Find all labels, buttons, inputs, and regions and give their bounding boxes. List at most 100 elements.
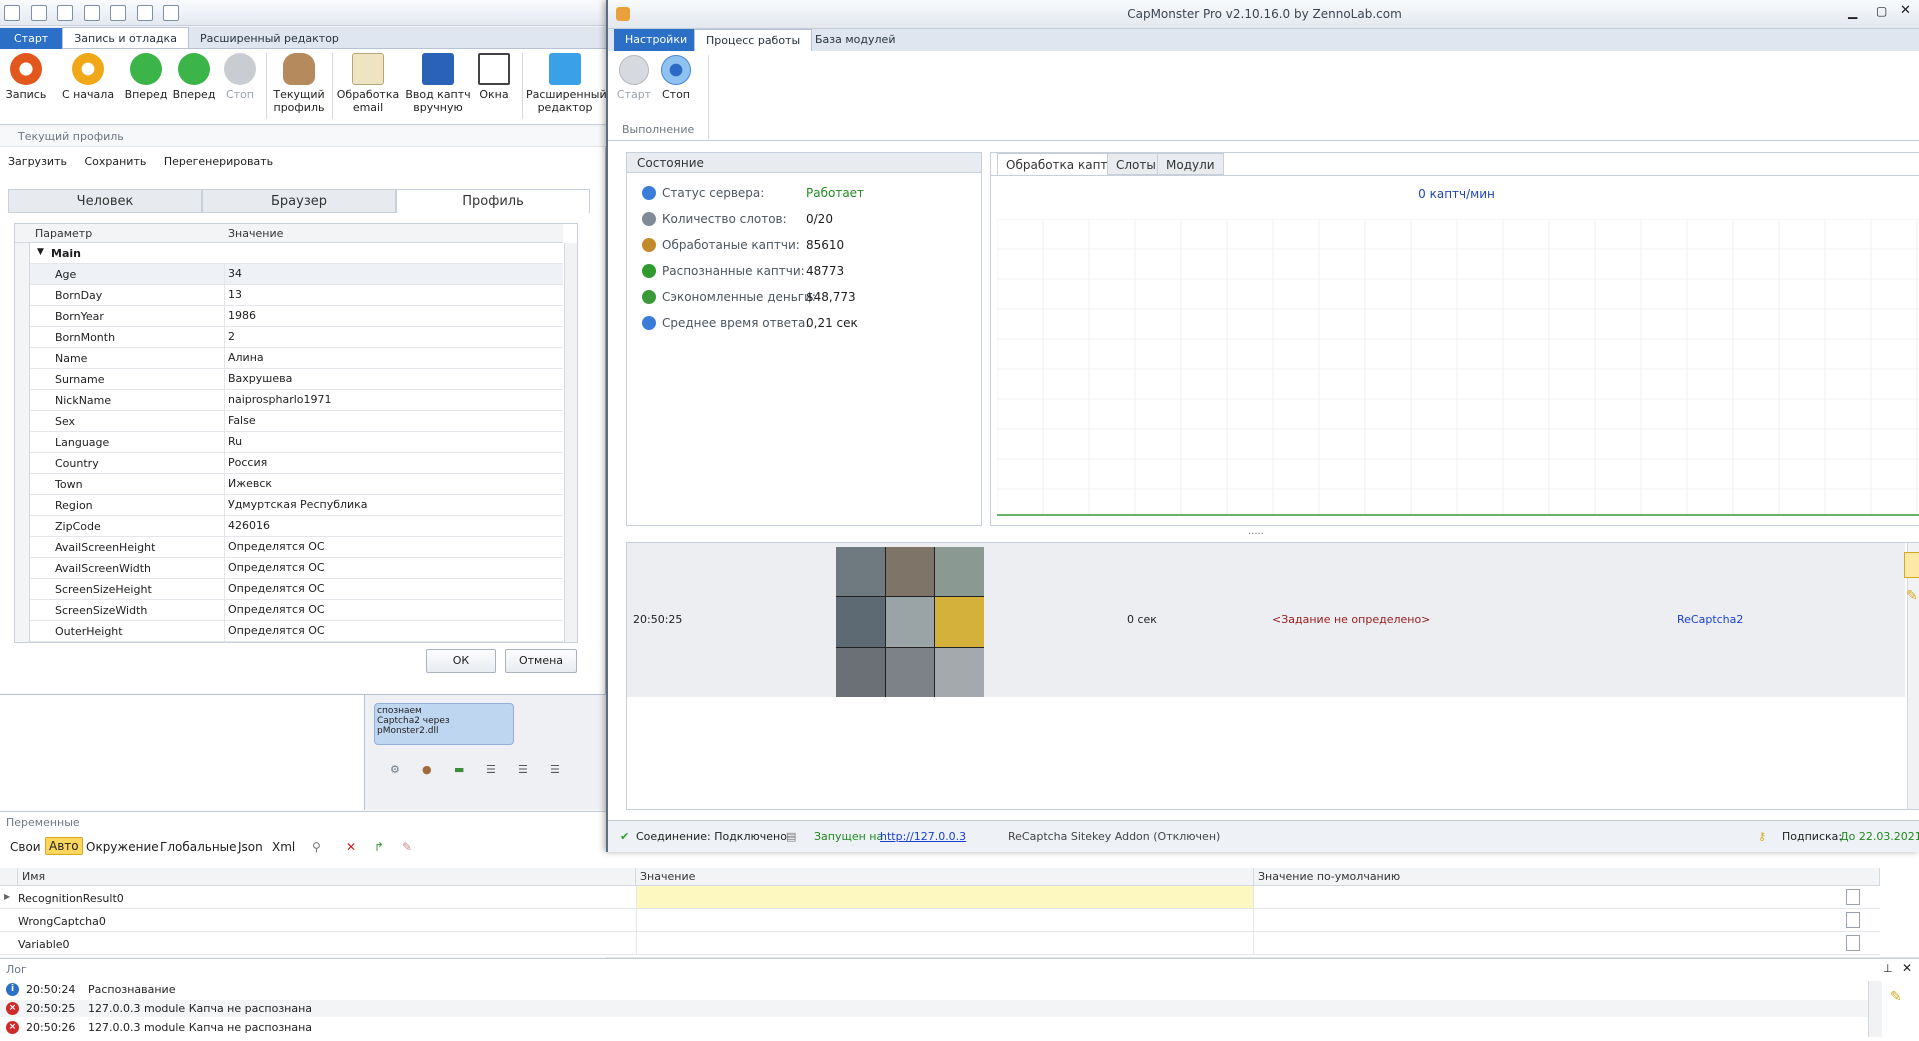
tab-environment[interactable]: Окружение <box>86 840 159 854</box>
save-all-icon[interactable] <box>83 5 100 21</box>
variable-value-cell[interactable] <box>636 909 1254 931</box>
table-row[interactable]: Surname Вахрушева <box>15 369 563 390</box>
side-panel-button[interactable] <box>1904 552 1919 578</box>
param-value[interactable]: Ижевск <box>228 477 272 490</box>
table-row[interactable]: Language Ru <box>15 432 563 453</box>
tab-human[interactable]: Человек <box>8 189 202 213</box>
gear-icon[interactable]: ⚙ <box>390 763 400 776</box>
tab-json[interactable]: Json <box>238 840 263 854</box>
ok-button[interactable]: ОК <box>426 649 496 673</box>
server-url-link[interactable]: http://127.0.0.3 <box>880 830 966 843</box>
tab-start[interactable]: Старт <box>0 28 63 49</box>
param-value[interactable]: 34 <box>228 267 242 280</box>
filter-icon[interactable]: ⚲ <box>312 840 321 854</box>
stop-button[interactable]: Стоп <box>218 53 262 101</box>
param-value[interactable]: Россия <box>228 456 267 469</box>
table-row[interactable]: Age 34 <box>15 264 563 285</box>
table-row[interactable]: Country Россия <box>15 453 563 474</box>
restart-button[interactable]: С начала <box>56 53 120 101</box>
cancel-button[interactable]: Отмена <box>505 649 577 673</box>
minimize-icon[interactable]: ▁ <box>1848 5 1857 19</box>
close-icon[interactable]: ✕ <box>1900 3 1911 18</box>
param-value[interactable]: Ru <box>228 435 242 448</box>
undo-icon[interactable] <box>110 5 126 21</box>
queue-row[interactable]: 20:50:25 0 сек <Задание не определено> R… <box>627 543 1905 697</box>
variable-value-cell[interactable] <box>636 886 1254 908</box>
open-folder-icon[interactable] <box>30 5 47 21</box>
queue-scrollbar[interactable] <box>1907 543 1919 809</box>
table-row[interactable]: ▶ RecognitionResult0 <box>0 886 1880 909</box>
table-row[interactable]: AvailScreenWidth Определятся ОС <box>15 558 563 579</box>
table-row[interactable]: OuterHeight Определятся ОС <box>15 621 563 642</box>
delete-icon[interactable]: ✕ <box>346 840 356 854</box>
table-row[interactable]: WrongCaptcha0 <box>0 909 1880 932</box>
param-value[interactable]: Определятся ОС <box>228 540 325 553</box>
list-icon[interactable]: ☰ <box>486 763 496 776</box>
tab-module-base[interactable]: База модулей <box>804 29 906 51</box>
table-row[interactable]: AvailScreenHeight Определятся ОС <box>15 537 563 558</box>
param-value[interactable]: Определятся ОС <box>228 603 325 616</box>
tab-settings[interactable]: Настройки <box>614 29 699 51</box>
copy-icon[interactable] <box>1846 912 1860 928</box>
action-node[interactable]: спознаем Captcha2 через pMonster2.dll <box>374 703 514 745</box>
redo-icon[interactable] <box>136 5 153 21</box>
param-value[interactable]: False <box>228 414 256 427</box>
param-value[interactable]: Определятся ОС <box>228 624 325 637</box>
table-row[interactable]: Region Удмуртская Республика <box>15 495 563 516</box>
collapse-icon[interactable]: ▼ <box>37 247 44 257</box>
param-value[interactable]: naiprospharlo1971 <box>228 393 332 406</box>
list-icon[interactable]: ☰ <box>518 763 528 776</box>
clear-log-icon[interactable]: ✎ <box>1890 989 1902 1005</box>
param-value[interactable]: Алина <box>228 351 264 364</box>
param-value[interactable]: Определятся ОС <box>228 582 325 595</box>
tab-xml[interactable]: Xml <box>272 840 295 854</box>
table-row[interactable]: ScreenSizeWidth Определятся ОС <box>15 600 563 621</box>
start-button[interactable]: Старт <box>616 55 652 101</box>
table-row[interactable]: Town Ижевск <box>15 474 563 495</box>
param-value[interactable]: Удмуртская Республика <box>228 498 368 511</box>
email-processing-button[interactable]: Обработка email <box>336 53 400 114</box>
tab-own[interactable]: Свои <box>10 840 41 854</box>
eraser-icon[interactable]: ✎ <box>402 840 412 854</box>
save-icon[interactable] <box>57 5 73 21</box>
param-value[interactable]: 13 <box>228 288 242 301</box>
forward-button[interactable]: Вперед <box>122 53 170 101</box>
new-file-icon[interactable] <box>4 5 20 21</box>
clear-icon[interactable]: ✎ <box>1906 588 1918 604</box>
tab-process[interactable]: Процесс работы <box>694 29 813 51</box>
tab-browser[interactable]: Браузер <box>202 189 396 213</box>
record-button[interactable]: Запись <box>4 53 48 101</box>
table-row[interactable]: Variable0 <box>0 932 1880 955</box>
table-row[interactable]: Sex False <box>15 411 563 432</box>
table-row[interactable]: NickName naiprospharlo1971 <box>15 390 563 411</box>
grid-scrollbar[interactable] <box>564 243 577 642</box>
load-button[interactable]: Загрузить <box>8 155 67 168</box>
user-icon[interactable]: ● <box>422 763 432 776</box>
group-row[interactable]: ▼ Main <box>15 243 563 264</box>
tab-captcha-processing[interactable]: Обработка каптч <box>997 153 1124 175</box>
tab-global[interactable]: Глобальные <box>160 840 237 854</box>
tab-auto[interactable]: Авто <box>45 837 83 855</box>
maximize-icon[interactable]: ▢ <box>1876 4 1887 18</box>
param-value[interactable]: 426016 <box>228 519 270 532</box>
param-value[interactable]: 1986 <box>228 309 256 322</box>
table-row[interactable]: BornDay 13 <box>15 285 563 306</box>
table-row[interactable]: BornYear 1986 <box>15 306 563 327</box>
tab-modules[interactable]: Модули <box>1157 153 1224 175</box>
forward-step-button[interactable]: Вперед <box>170 53 218 101</box>
table-row[interactable]: Name Алина <box>15 348 563 369</box>
regenerate-button[interactable]: Перегенерировать <box>164 155 273 168</box>
windows-button[interactable]: Окна <box>474 53 514 101</box>
param-value[interactable]: 2 <box>228 330 235 343</box>
tab-record-debug[interactable]: Запись и отладка <box>62 27 189 48</box>
log-scrollbar[interactable] <box>1868 981 1882 1037</box>
copy-icon[interactable] <box>1846 889 1860 905</box>
pin-icon[interactable]: ⊥ <box>1883 962 1893 975</box>
save-button[interactable]: Сохранить <box>84 155 146 168</box>
splitter-handle[interactable]: ..... <box>1248 526 1264 537</box>
close-icon[interactable]: ✕ <box>1902 961 1912 975</box>
table-row[interactable]: ScreenSizeHeight Определятся ОС <box>15 579 563 600</box>
redo-icon[interactable]: ↱ <box>374 840 384 854</box>
param-value[interactable]: Вахрушева <box>228 372 292 385</box>
keyboard-icon[interactable]: ▬ <box>454 763 464 776</box>
